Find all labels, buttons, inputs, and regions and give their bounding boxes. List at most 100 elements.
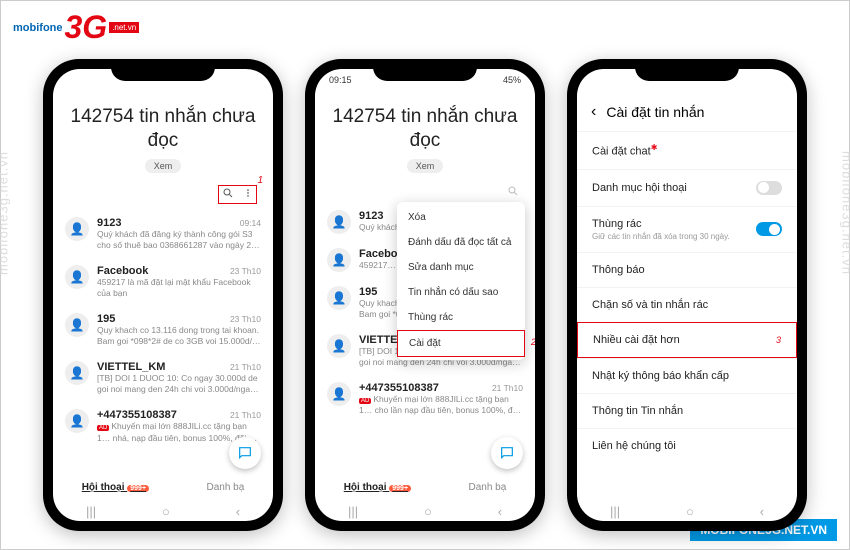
tab-badge: 999+ <box>127 485 149 492</box>
settings-more[interactable]: Nhiều cài đặt hơn3 <box>577 322 797 358</box>
android-navbar: ||| ○ ‹ <box>577 501 797 521</box>
notch <box>111 59 215 81</box>
toggle-off[interactable] <box>756 181 782 195</box>
message-list: 👤912309:14Quý khách đã đăng ký thành côn… <box>53 210 273 451</box>
search-icon[interactable] <box>507 185 519 197</box>
settings-list: Cài đặt chat✱ Danh mục hội thoại Thùng r… <box>577 131 797 463</box>
avatar: 👤 <box>327 334 351 358</box>
ad-tag: AD <box>97 425 109 431</box>
list-item[interactable]: 👤 195 23 Th10Quy khach co 13.116 dong tron… <box>63 306 263 354</box>
msg-preview: 459217 là mã đặt lại mật khẩu Facebook c… <box>97 277 261 299</box>
android-navbar: ||| ○ ‹ <box>315 501 535 521</box>
avatar: 👤 <box>327 286 351 310</box>
recent-icon[interactable]: ||| <box>610 504 620 519</box>
home-icon[interactable]: ○ <box>162 504 170 519</box>
msg-preview: Khuyến mại lớn 888JILi.cc tặng bạn 1… ch… <box>359 394 521 417</box>
avatar: 👤 <box>65 361 89 385</box>
avatar: 👤 <box>65 313 89 337</box>
bottom-tabs: Hội thoại 999+ Danh bạ <box>53 474 273 501</box>
android-navbar: ||| ○ ‹ <box>53 501 273 521</box>
msg-time: 21 Th10 <box>230 410 261 420</box>
settings-categories[interactable]: Danh mục hội thoại <box>577 169 797 206</box>
phone-3: ‹ Cài đặt tin nhắn Cài đặt chat✱ Danh mụ… <box>567 59 807 531</box>
home-icon[interactable]: ○ <box>424 504 432 519</box>
avatar: 👤 <box>327 210 351 234</box>
list-item[interactable]: 👤912309:14Quý khách đã đăng ký thành côn… <box>63 210 263 258</box>
unread-title: 142754 tin nhắn chưa đọc <box>331 105 519 153</box>
recent-icon[interactable]: ||| <box>348 504 358 519</box>
tab-contacts[interactable]: Danh bạ <box>468 482 506 493</box>
watermark-right: mobifone3g.net.vn <box>840 151 850 275</box>
view-button[interactable]: Xem <box>145 159 182 173</box>
back-icon[interactable]: ‹ <box>591 103 596 121</box>
toggle-on[interactable] <box>756 222 782 236</box>
menu-settings[interactable]: Cài đặt2 <box>397 330 525 357</box>
inbox-header: 142754 tin nhắn chưa đọc Xem <box>53 91 273 179</box>
msg-time: 21 Th10 <box>230 362 261 372</box>
bottom-tabs: Hội thoại 999+ Danh bạ <box>315 474 535 501</box>
settings-trash[interactable]: Thùng rácGiữ các tin nhắn đã xóa trong 3… <box>577 206 797 252</box>
compose-button[interactable] <box>229 437 261 469</box>
settings-about[interactable]: Thông tin Tin nhắn <box>577 393 797 428</box>
msg-time: 23 Th10 <box>230 314 261 324</box>
unread-title: 142754 tin nhắn chưa đọc <box>69 105 257 153</box>
status-battery: 45% <box>503 75 521 85</box>
settings-title: Cài đặt tin nhắn <box>606 104 704 120</box>
avatar: 👤 <box>327 382 351 406</box>
avatar: 👤 <box>65 409 89 433</box>
msg-time: 09:14 <box>240 218 261 228</box>
step-1-label: 1 <box>257 175 263 186</box>
settings-chat[interactable]: Cài đặt chat✱ <box>577 131 797 169</box>
back-icon[interactable]: ‹ <box>236 504 240 519</box>
sender-name: VIETTEL_KM <box>97 361 165 373</box>
settings-sub: Giữ các tin nhắn đã xóa trong 30 ngày. <box>592 232 730 241</box>
search-icon[interactable] <box>222 187 234 199</box>
sender-name: 195 <box>97 313 115 325</box>
back-icon[interactable]: ‹ <box>760 504 764 519</box>
tab-conversations[interactable]: Hội thoại 999+ <box>344 482 411 493</box>
list-item[interactable]: 👤 Facebook 23 Th10459217 là mã đặt lại mật… <box>63 258 263 306</box>
avatar: 👤 <box>65 265 89 289</box>
phone-2: 09:15 45% 142754 tin nhắn chưa đọc Xem 👤… <box>305 59 545 531</box>
settings-emergency[interactable]: Nhật ký thông báo khẩn cấp <box>577 358 797 393</box>
step-2-label: 2 <box>531 337 535 347</box>
recent-icon[interactable]: ||| <box>86 504 96 519</box>
back-icon[interactable]: ‹ <box>498 504 502 519</box>
avatar: 👤 <box>65 217 89 241</box>
menu-trash[interactable]: Thùng rác <box>397 305 525 330</box>
menu-mark-read[interactable]: Đánh dấu đã đọc tất cả <box>397 230 525 255</box>
inbox-header: 142754 tin nhắn chưa đọc Xem <box>315 91 535 179</box>
sender-name: +447355108387 <box>359 382 439 394</box>
home-icon[interactable]: ○ <box>686 504 694 519</box>
msg-time: 23 Th10 <box>230 266 261 276</box>
logo-suffix: .net.vn <box>109 22 139 33</box>
settings-block[interactable]: Chặn số và tin nhắn rác <box>577 287 797 322</box>
settings-notifications[interactable]: Thông báo <box>577 252 797 287</box>
sender-name: Facebook <box>97 265 148 277</box>
chat-icon <box>237 445 253 461</box>
tab-badge: 999+ <box>389 485 411 492</box>
list-item[interactable]: 👤 VIETTEL_KM 21 Th10[TB] DOI 1 DUOC 10: Co… <box>63 354 263 402</box>
more-icon[interactable] <box>243 187 253 199</box>
menu-starred[interactable]: Tin nhắn có dấu sao <box>397 280 525 305</box>
msg-preview: Quy khach co 13.116 dong trong tai khoan… <box>97 325 261 347</box>
logo-brand: mobifone <box>13 22 63 34</box>
overflow-menu: Xóa Đánh dấu đã đọc tất cả Sửa danh mục … <box>397 202 525 360</box>
sender-name: 195 <box>359 286 377 298</box>
compose-button[interactable] <box>491 437 523 469</box>
sender-name: 9123 <box>97 217 121 229</box>
tab-contacts[interactable]: Danh bạ <box>206 482 244 493</box>
msg-time: 21 Th10 <box>492 383 523 393</box>
view-button[interactable]: Xem <box>407 159 444 173</box>
logo-mark: 3G <box>65 9 108 46</box>
tab-conversations[interactable]: Hội thoại 999+ <box>82 482 149 493</box>
menu-edit-category[interactable]: Sửa danh mục <box>397 255 525 280</box>
settings-header: ‹ Cài đặt tin nhắn <box>577 91 797 131</box>
msg-preview: [TB] DOI 1 DUOC 10: Co ngay 30.000d de g… <box>97 373 261 395</box>
list-item[interactable]: 👤 +447355108387 21 Th10 ADKhuyến mại lớn 88… <box>325 375 525 424</box>
menu-delete[interactable]: Xóa <box>397 205 525 230</box>
watermark-left: mobifone3g.net.vn <box>0 151 11 275</box>
ad-tag: AD <box>359 398 371 404</box>
phone-1: 142754 tin nhắn chưa đọc Xem 1 👤 9123 09:1… <box>43 59 283 531</box>
settings-contact[interactable]: Liên hệ chúng tôi <box>577 428 797 463</box>
